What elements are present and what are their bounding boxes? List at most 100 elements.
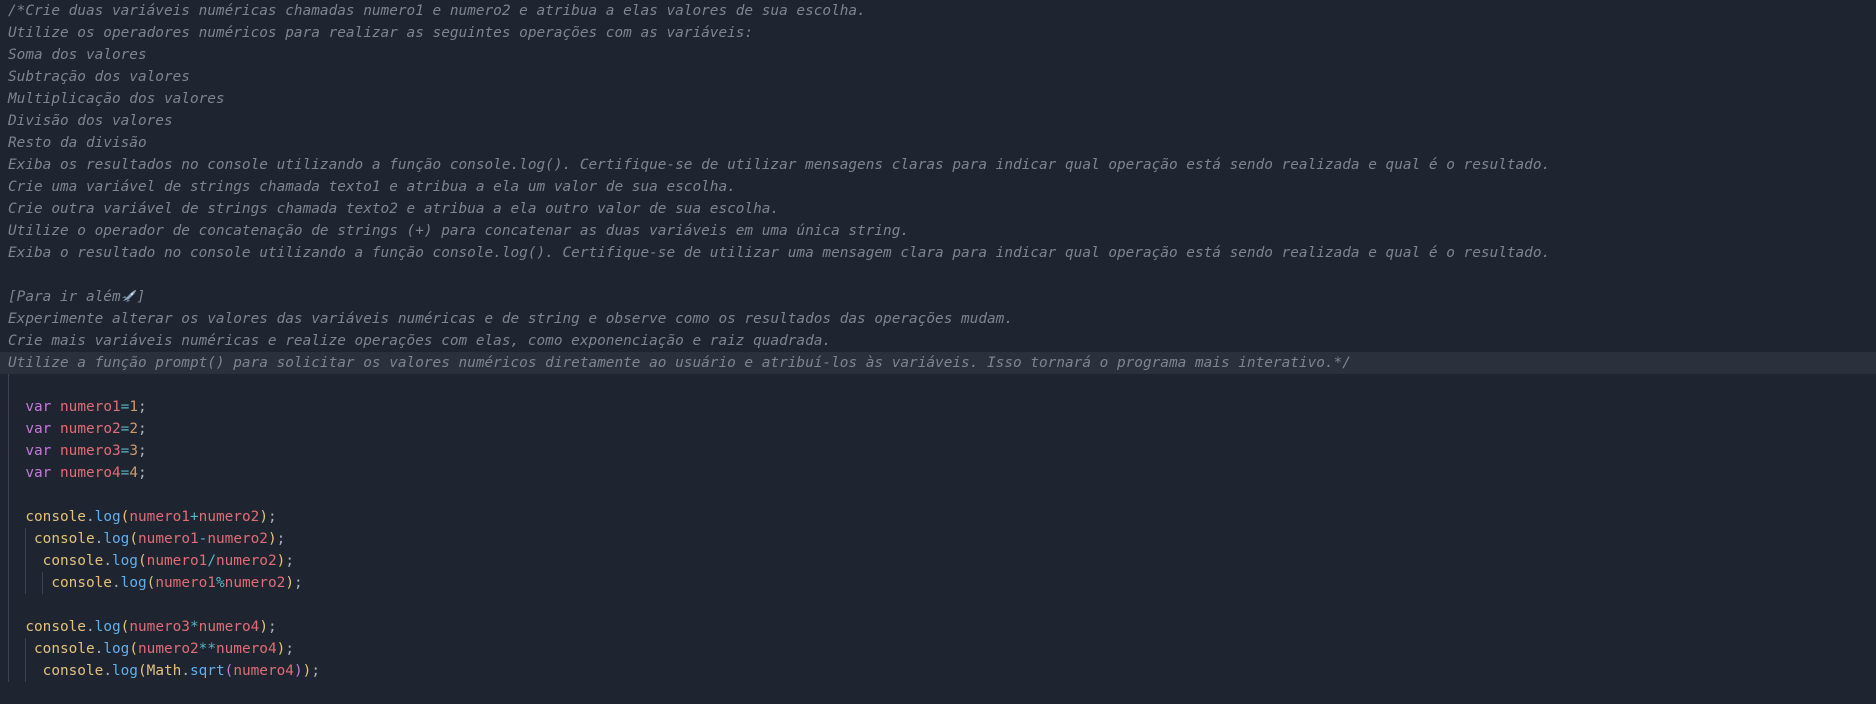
code-line[interactable]: console.log(numero1+numero2);	[0, 506, 1876, 528]
code-line[interactable]: Multiplicação dos valores	[0, 88, 1876, 110]
paren: )	[259, 619, 268, 635]
rocket-icon	[121, 288, 137, 302]
code-line[interactable]	[0, 264, 1876, 286]
variable: numero1	[129, 509, 190, 525]
comment-text: Exiba o resultado no console utilizando …	[8, 245, 1551, 261]
variable: numero2	[215, 553, 277, 569]
code-editor[interactable]: /*Crie duas variáveis numéricas chamadas…	[0, 0, 1876, 704]
code-line[interactable]: console.log(Math.sqrt(numero4));	[0, 660, 1876, 682]
code-line[interactable]: console.log(numero3*numero4);	[0, 616, 1876, 638]
code-line[interactable]	[0, 374, 1876, 396]
console-object: console	[25, 619, 86, 635]
paren: (	[137, 663, 147, 679]
log-function: log	[94, 619, 121, 635]
log-function: log	[103, 641, 130, 657]
punctuation: .	[103, 553, 112, 569]
variable: numero2	[60, 421, 121, 437]
console-object: console	[34, 531, 95, 547]
math-object: Math	[146, 663, 182, 679]
keyword: var	[25, 421, 52, 437]
code-line[interactable]: var numero1=1;	[0, 396, 1876, 418]
code-line[interactable]: var numero3=3;	[0, 440, 1876, 462]
paren: )	[276, 553, 286, 569]
code-line[interactable]: var numero2=2;	[0, 418, 1876, 440]
indent-guide	[8, 550, 9, 572]
code-line[interactable]: Subtração dos valores	[0, 66, 1876, 88]
code-line[interactable]	[0, 594, 1876, 616]
indent-guide	[8, 374, 9, 396]
paren: )	[276, 641, 286, 657]
comment-text: Crie mais variáveis numéricas e realize …	[8, 333, 832, 349]
number-literal: 1	[129, 399, 138, 415]
log-function: log	[103, 531, 130, 547]
indent-guide	[8, 484, 9, 506]
punctuation: ;	[138, 465, 147, 481]
punctuation: ;	[276, 531, 286, 547]
code-line[interactable]: console.log(numero1-numero2);	[0, 528, 1876, 550]
number-literal: 3	[129, 443, 138, 459]
comment-text: Exiba os resultados no console utilizand…	[8, 157, 1551, 173]
variable: numero1	[138, 531, 199, 547]
code-line[interactable]: Crie uma variável de strings chamada tex…	[0, 176, 1876, 198]
code-line[interactable]: console.log(numero2**numero4);	[0, 638, 1876, 660]
console-object: console	[34, 641, 95, 657]
keyword: var	[25, 443, 52, 459]
console-object: console	[25, 509, 86, 525]
comment-text: Soma dos valores	[8, 47, 147, 63]
comment-text: Experimente alterar os valores das variá…	[8, 311, 1014, 327]
comment-text: Utilize os operadores numéricos para rea…	[8, 25, 754, 41]
operator: **	[198, 641, 216, 657]
indent-guide	[8, 528, 9, 550]
code-line-current[interactable]: Utilize a função prompt() para solicitar…	[0, 352, 1876, 374]
comment-text: Multiplicação dos valores	[8, 91, 225, 107]
code-line[interactable]: Crie mais variáveis numéricas e realize …	[0, 330, 1876, 352]
operator: *	[189, 619, 199, 635]
indent-guide	[8, 638, 9, 660]
comment-text: /*Crie duas variáveis numéricas chamadas…	[8, 3, 866, 19]
number-literal: 2	[129, 421, 138, 437]
code-line[interactable]: console.log(numero1%numero2);	[0, 572, 1876, 594]
code-line[interactable]: Resto da divisão	[0, 132, 1876, 154]
code-line[interactable]: Crie outra variável de strings chamada t…	[0, 198, 1876, 220]
code-line[interactable]: Experimente alterar os valores das variá…	[0, 308, 1876, 330]
punctuation: ;	[138, 421, 147, 437]
code-line[interactable]: var numero4=4;	[0, 462, 1876, 484]
variable: numero2	[198, 509, 260, 525]
indent-guide	[8, 660, 9, 682]
indent-guide	[8, 506, 9, 528]
indent-guide	[25, 550, 26, 572]
console-object: console	[42, 553, 104, 569]
punctuation: ;	[285, 641, 294, 657]
code-line[interactable]: Utilize o operador de concatenação de st…	[0, 220, 1876, 242]
paren: )	[293, 663, 303, 679]
paren: (	[129, 531, 138, 547]
log-function: log	[111, 553, 138, 569]
punctuation: .	[85, 619, 95, 635]
punctuation: ;	[285, 553, 294, 569]
log-function: log	[120, 575, 147, 591]
variable: numero3	[129, 619, 190, 635]
code-line[interactable]: console.log(numero1/numero2);	[0, 550, 1876, 572]
code-line[interactable]: Soma dos valores	[0, 44, 1876, 66]
code-line[interactable]: Exiba o resultado no console utilizando …	[0, 242, 1876, 264]
code-line[interactable]	[0, 484, 1876, 506]
variable: numero1	[60, 399, 121, 415]
variable: numero4	[215, 641, 277, 657]
comment-text: Crie uma variável de strings chamada tex…	[8, 179, 736, 195]
code-line[interactable]: Utilize os operadores numéricos para rea…	[0, 22, 1876, 44]
punctuation: ;	[267, 509, 277, 525]
indent-guide	[8, 594, 9, 616]
punctuation: .	[85, 509, 95, 525]
sqrt-function: sqrt	[189, 663, 225, 679]
keyword: var	[25, 399, 52, 415]
comment-text: Utilize o operador de concatenação de st…	[8, 223, 910, 239]
console-object: console	[42, 663, 104, 679]
operator: /	[207, 553, 216, 569]
variable: numero2	[224, 575, 286, 591]
variable: numero1	[155, 575, 216, 591]
code-line[interactable]: Exiba os resultados no console utilizand…	[0, 154, 1876, 176]
code-line[interactable]: /*Crie duas variáveis numéricas chamadas…	[0, 0, 1876, 22]
code-line[interactable]: Divisão dos valores	[0, 110, 1876, 132]
comment-text: Divisão dos valores	[8, 113, 173, 129]
code-line[interactable]: [Para ir além]	[0, 286, 1876, 308]
